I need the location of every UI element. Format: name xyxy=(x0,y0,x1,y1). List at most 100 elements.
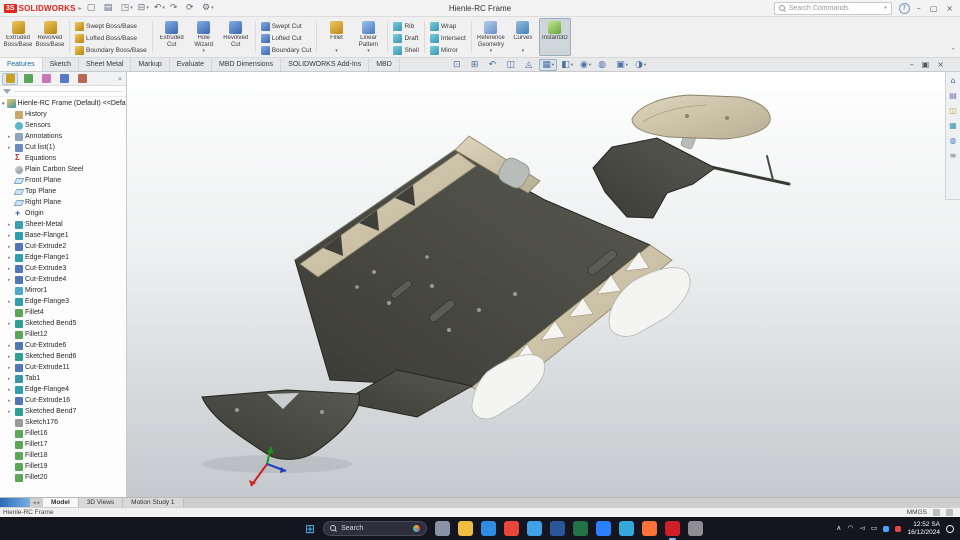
units-indicator[interactable]: MMGS xyxy=(907,509,927,516)
hud-button-apply-scene[interactable]: ▣ ▾ xyxy=(613,59,631,71)
hud-button-view-orientation[interactable]: ▦ ▾ xyxy=(539,59,558,71)
panel-tab-propertymanager[interactable] xyxy=(20,73,36,85)
document-tab[interactable]: Motion Study 1 xyxy=(123,498,184,507)
status-tool-icon[interactable] xyxy=(933,509,940,516)
tree-item[interactable]: ▸ Cut-Extrude16 xyxy=(0,395,126,406)
expand-arrow-icon[interactable]: ▸ xyxy=(8,233,13,239)
menu-flyout-arrow-icon[interactable]: ▸ xyxy=(79,5,82,12)
ribbon-button-swept-boss-base[interactable]: Swept Boss/Base xyxy=(73,21,149,32)
front-suspension[interactable] xyxy=(592,128,791,219)
filter-input[interactable] xyxy=(14,90,123,92)
ribbon-tab[interactable]: MBD xyxy=(369,58,400,71)
search-dropdown-icon[interactable]: ▾ xyxy=(884,5,887,11)
expand-arrow-icon[interactable]: ▸ xyxy=(8,354,13,360)
expand-arrow-icon[interactable]: ▸ xyxy=(8,134,13,140)
panel-tabs-overflow-icon[interactable]: » xyxy=(118,75,124,83)
qat-button-open[interactable]: ▤ ▾ xyxy=(104,3,116,13)
ribbon-tab[interactable]: Markup xyxy=(131,58,170,71)
tree-item[interactable]: ▸ Cut-Extrude6 xyxy=(0,340,126,351)
tree-item[interactable]: ▸ Edge-Flange3 xyxy=(0,296,126,307)
expand-arrow-icon[interactable]: ▸ xyxy=(8,398,13,404)
qat-button-rebuild[interactable]: ⟳ ▾ xyxy=(186,3,197,13)
tree-item[interactable]: ▸ Cut-Extrude4 xyxy=(0,274,126,285)
start-button[interactable]: ⊞ xyxy=(305,523,315,535)
expand-arrow-icon[interactable]: ▸ xyxy=(8,376,13,382)
tree-item[interactable]: ▸ Plain Carbon Steel xyxy=(0,164,126,175)
ribbon-button-instant3d[interactable]: Instant3D▾ xyxy=(538,18,571,56)
expand-arrow-icon[interactable]: ▸ xyxy=(8,277,13,283)
ribbon-tab[interactable]: Sketch xyxy=(43,58,80,71)
hud-button-zoom-area[interactable]: ⊞ ▾ xyxy=(468,59,485,71)
tree-filter-row[interactable] xyxy=(0,86,126,97)
taskbar-app-zalo[interactable] xyxy=(596,521,612,536)
hud-button-section-view[interactable]: ◫ ▾ xyxy=(503,59,521,71)
taskbar-app-task-view[interactable] xyxy=(435,521,451,536)
ribbon-button-extruded-cut[interactable]: Extruded Cut▾ xyxy=(156,18,188,56)
taskbar-app-file-explorer[interactable] xyxy=(458,521,474,536)
qat-button-new[interactable]: ▢ ▾ xyxy=(87,3,99,13)
taskbar-app-solidworks[interactable] xyxy=(665,521,681,540)
tree-item[interactable]: ▸ Cut list(1) xyxy=(0,142,126,153)
expand-arrow-icon[interactable]: ▸ xyxy=(8,299,13,305)
tree-item[interactable]: ▸ Fillet12 xyxy=(0,329,126,340)
tree-item[interactable]: ▸ Right Plane xyxy=(0,197,126,208)
panel-tab-displaymanager[interactable] xyxy=(74,73,90,85)
ribbon-button-mirror[interactable]: Mirror xyxy=(428,45,468,56)
ribbon-button-linear-pattern[interactable]: Linear Pattern ▾ xyxy=(352,18,384,56)
document-restore-button[interactable]: ▣ xyxy=(922,60,930,69)
ribbon-collapse-icon[interactable]: ⌃ xyxy=(950,47,956,55)
panel-tab-dimxpertmanager[interactable] xyxy=(56,73,72,85)
ribbon-tab[interactable]: SOLIDWORKS Add-Ins xyxy=(281,58,370,71)
ribbon-tab[interactable]: MBD Dimensions xyxy=(212,58,282,71)
ribbon-tab[interactable]: Features xyxy=(0,58,43,71)
tree-item[interactable]: ▸ Fillet17 xyxy=(0,439,126,450)
collapse-arrow-icon[interactable]: ▾ xyxy=(2,101,5,107)
expand-arrow-icon[interactable]: ▸ xyxy=(8,343,13,349)
ribbon-button-lofted-boss-base[interactable]: Lofted Boss/Base xyxy=(73,33,149,44)
tree-item[interactable]: ▸ Equations xyxy=(0,153,126,164)
task-pane-icon-view-palette[interactable]: ▦ xyxy=(948,120,959,131)
tree-item[interactable]: ▸ Cut-Extrude11 xyxy=(0,362,126,373)
maximize-button[interactable]: ▢ xyxy=(930,4,938,13)
ribbon-button-shell[interactable]: Shell xyxy=(391,45,420,56)
expand-arrow-icon[interactable]: ▸ xyxy=(8,145,13,151)
command-search[interactable]: Search Commands ▾ xyxy=(773,1,892,15)
document-tab[interactable]: Model xyxy=(43,498,79,507)
tree-root[interactable]: ▾ Hienle-RC Frame (Default) <<Default xyxy=(0,97,126,109)
minimize-button[interactable]: – xyxy=(917,4,921,13)
ribbon-button-lofted-cut[interactable]: Lofted Cut xyxy=(259,33,314,44)
qat-button-print[interactable]: ⊟ ▾ xyxy=(138,3,149,13)
ribbon-button-extruded-boss-base[interactable]: Extruded Boss/Base▾ xyxy=(2,18,34,56)
taskbar-app-firefox[interactable] xyxy=(642,521,658,536)
tree-item[interactable]: ▸ Sketched Bend7 xyxy=(0,406,126,417)
tree-item[interactable]: ▸ Fillet16 xyxy=(0,428,126,439)
tree-item[interactable]: ▸ Mirror1 xyxy=(0,285,126,296)
tree-item[interactable]: ▸ Edge-Flange4 xyxy=(0,384,126,395)
hud-button-dynamic-annotation[interactable]: ◬ ▾ xyxy=(522,59,538,71)
tree-item[interactable]: ▸ Top Plane xyxy=(0,186,126,197)
tree-item[interactable]: ▸ Fillet20 xyxy=(0,472,126,483)
expand-arrow-icon[interactable]: ▸ xyxy=(8,365,13,371)
tree-item[interactable]: ▸ Fillet19 xyxy=(0,461,126,472)
tree-item[interactable]: ▸ Edge-Flange1 xyxy=(0,252,126,263)
3d-model[interactable] xyxy=(127,72,960,497)
task-pane-icon-design-library[interactable]: ▤ xyxy=(948,90,959,101)
ribbon-button-swept-cut[interactable]: Swept Cut xyxy=(259,21,314,32)
document-minimize-button[interactable]: – xyxy=(910,60,914,69)
expand-arrow-icon[interactable]: ▸ xyxy=(8,255,13,261)
hud-button-zoom-fit[interactable]: ⊡ ▾ xyxy=(450,59,467,71)
expand-arrow-icon[interactable]: ▸ xyxy=(8,321,13,327)
ribbon-button-intersect[interactable]: Intersect xyxy=(428,33,468,44)
tree-item[interactable]: ▸ History xyxy=(0,109,126,120)
ribbon-button-revolved-boss-base[interactable]: Revolved Boss/Base▾ xyxy=(34,18,66,56)
panel-tab-featuremanager[interactable] xyxy=(2,72,18,85)
tray-icon-battery[interactable]: ▭ xyxy=(871,525,878,532)
qat-button-options[interactable]: ⚙ ▾ xyxy=(202,3,214,13)
tree-item[interactable]: ▸ Sketch176 xyxy=(0,417,126,428)
task-pane-icon-appearances-scenes[interactable]: ◍ xyxy=(948,135,959,146)
rear-wing[interactable] xyxy=(201,369,474,460)
tree-item[interactable]: ▸ Cut-Extrude2 xyxy=(0,241,126,252)
taskbar-search[interactable]: Search xyxy=(323,521,428,536)
tab-scroll-left-icon[interactable]: ◂ xyxy=(33,500,36,506)
taskbar-app-chrome[interactable] xyxy=(504,521,520,536)
